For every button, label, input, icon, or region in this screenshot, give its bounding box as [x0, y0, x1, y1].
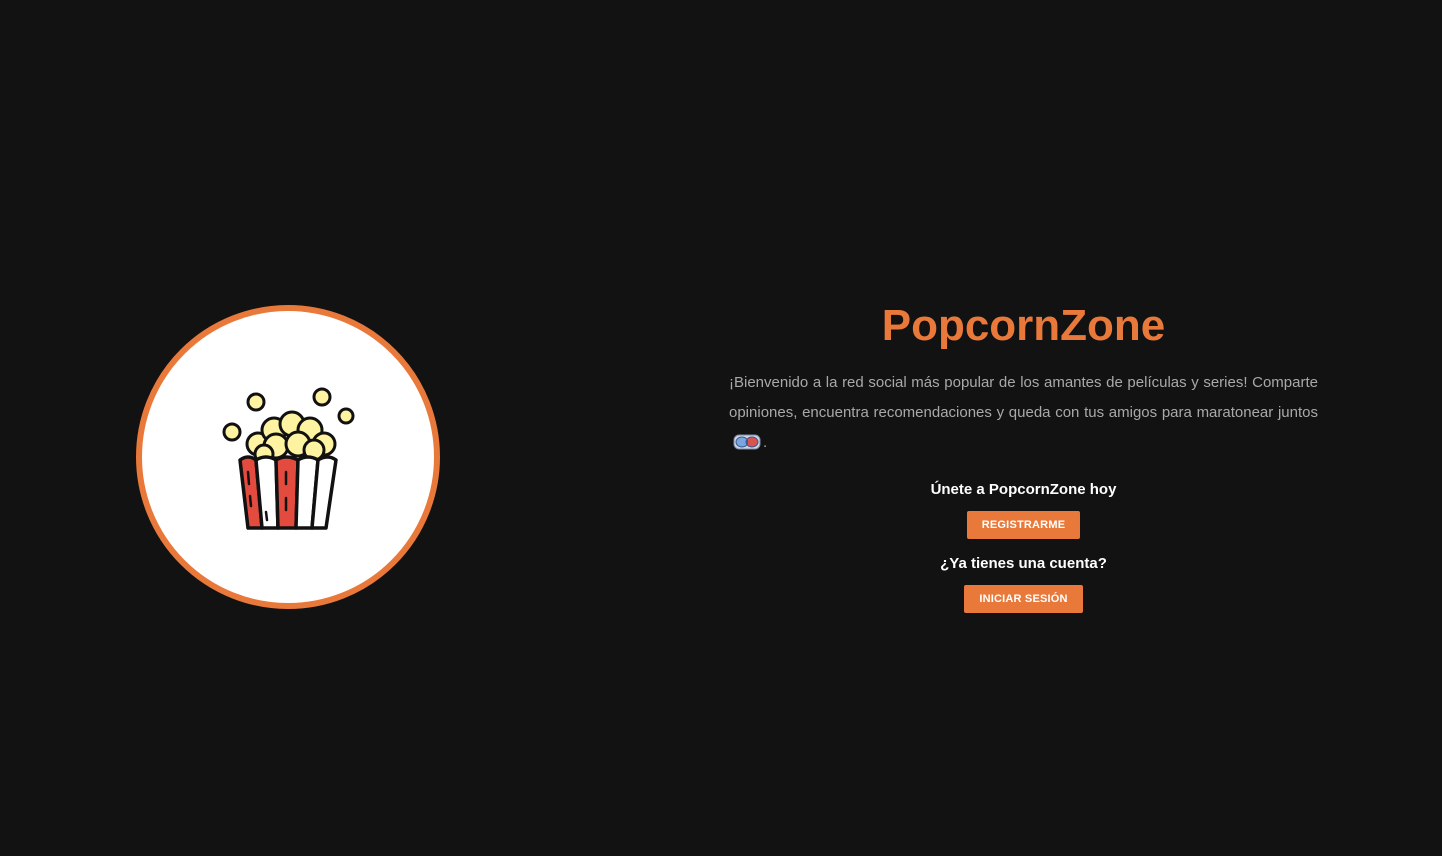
- intro-text: ¡Bienvenido a la red social más popular …: [729, 374, 1318, 421]
- intro-trailing: .: [763, 434, 768, 451]
- logo-circle: [136, 305, 440, 609]
- 3d-glasses-icon: [733, 432, 761, 463]
- brand-title: PopcornZone: [881, 301, 1166, 350]
- signup-heading: Únete a PopcornZone hoy: [930, 481, 1117, 498]
- login-button[interactable]: INICIAR SESIÓN: [964, 585, 1083, 613]
- hero-content: PopcornZone ¡Bienvenido a la red social …: [729, 296, 1318, 613]
- register-button[interactable]: REGISTRARME: [966, 511, 1081, 539]
- intro-paragraph: ¡Bienvenido a la red social más popular …: [729, 368, 1318, 463]
- login-heading: ¿Ya tienes una cuenta?: [940, 555, 1107, 572]
- popcorn-bucket-icon: [222, 387, 355, 530]
- landing-page: PopcornZone ¡Bienvenido a la red social …: [0, 0, 1442, 856]
